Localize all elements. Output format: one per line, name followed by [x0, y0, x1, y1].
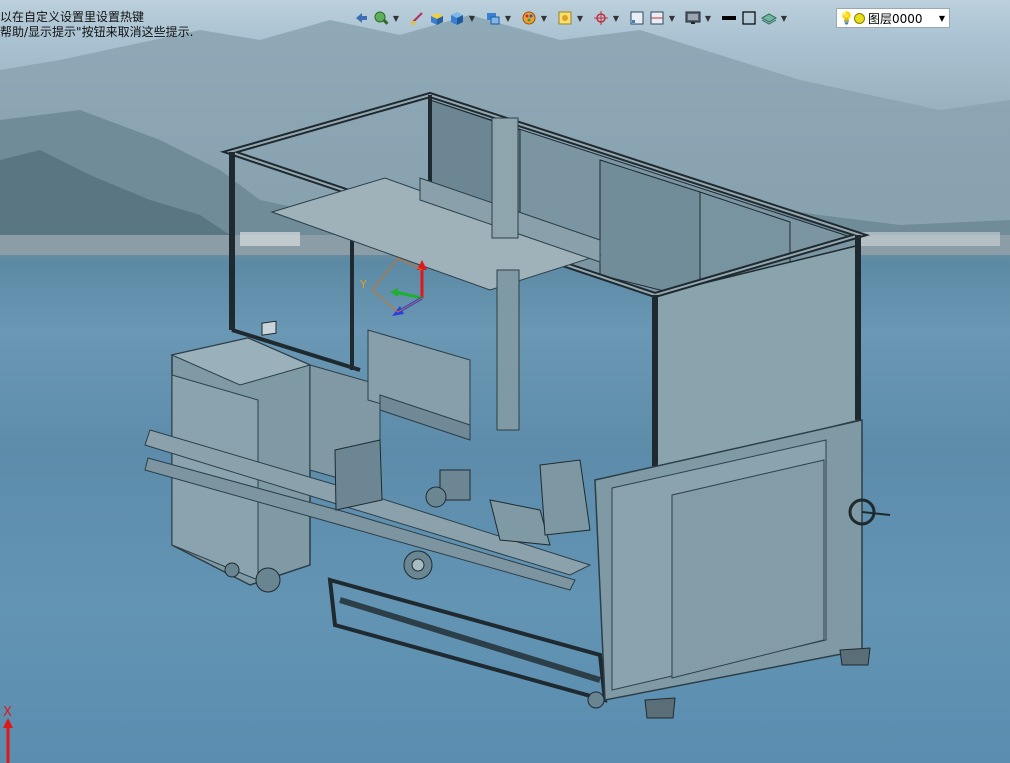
axis-indicator: X [3, 705, 13, 763]
triad-y-label: Y [359, 278, 367, 291]
reference-triad: Y [359, 257, 427, 316]
graphics-viewport[interactable]: 以在自定义设置里设置热键 帮助/显示提示"按钮来取消这些提示. ▼ ▼ ▼ ▼ [0, 0, 1010, 763]
axis-x-label: X [3, 705, 12, 720]
machine-model[interactable]: Y [0, 0, 1010, 763]
